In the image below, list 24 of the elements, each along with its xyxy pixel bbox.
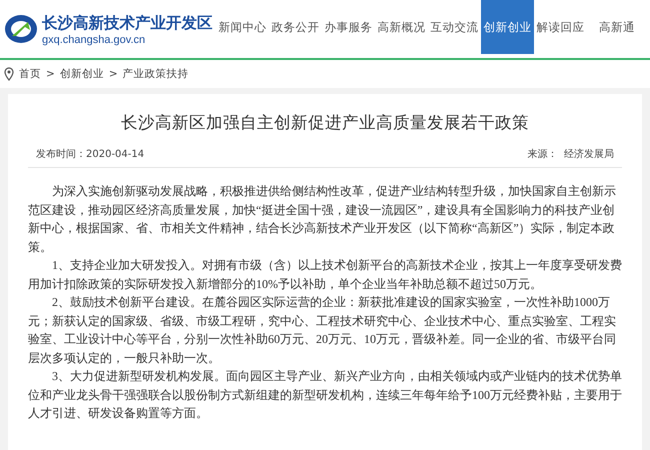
article-source: 来源： 经济发展局 [528, 148, 614, 161]
nav-tab[interactable]: 互动交流 [428, 0, 481, 54]
site-domain: gxq.changsha.gov.cn [42, 34, 146, 46]
article-paragraph: 1、支持企业加大研发投入。对拥有市级（含）以上技术创新平台的高新技术企业，按其上一年度享受研发费用加计扣除政策的实际研发投入新增部分的10%予以补助，单个企业当年补助总额不超过50万元。 [28, 257, 622, 292]
article-paragraph: 为深入实施创新驱动发展战略，积极推进供给侧结构性改革，促进产业结构转型升级，加快国家自主创新示范区建设，推动园区经济高质量发展，加快“挺进全国十强，建设一流园区”，建设具有全国影响力的科技产业创新中心，根据国家、省、市相关文件精神，结合长沙高新技术产业开发区（以下简称“高新区”）实际，制定本政策。 [28, 183, 617, 256]
breadcrumb-separator: > [108, 68, 118, 80]
location-pin-icon [4, 67, 14, 81]
publish-date: 发布时间：2020-04-14 [36, 148, 144, 161]
breadcrumb-link[interactable]: 产业政策扶持 [122, 67, 189, 81]
nav-tab[interactable]: 解读回应 [534, 0, 587, 54]
nav-tab[interactable]: 办事服务 [322, 0, 375, 54]
nav-tab[interactable]: 创新创业 [481, 0, 534, 54]
breadcrumb-separator: > [46, 68, 55, 80]
logo-icon [4, 14, 38, 44]
article-paragraph: 3、大力促进新型研发机构发展。面向园区主导产业、新兴产业方向，由相关领域内或产业链内的技术优势单位和产业龙头骨干强强联合以股份制方式新组建的新型研发机构，连续三年每年给予100万元经费补贴，主要用于人才引进、研发设备购置等方面。 [28, 368, 622, 422]
nav-tab[interactable]: 高新概况 [375, 0, 428, 54]
nav-tab[interactable]: 新闻中心 [216, 0, 269, 54]
nav-tab[interactable]: 政务公开 [269, 0, 322, 54]
article-paragraph: 2、鼓励技术创新平台建设。在麓谷园区实际运营的企业：新获批准建设的国家实验室，一次性补助1000万元；新获认定的国家级、省级、市级工程研，究中心、工程技术研究中心、企业技术中心、重点实验室、工程实验室、工业设计中心等平台，分别一次性补助60万元、20万元、10万元，晋级补差。同一企业的省、市级平台同层次多项认定的，一般只补助一次。 [28, 294, 617, 366]
breadcrumb-link[interactable]: 创新创业 [60, 67, 104, 81]
site-name: 长沙高新技术产业开发区 [42, 12, 212, 34]
article-title: 长沙高新区加强自主创新促进产业高质量发展若干政策 [120, 112, 530, 134]
nav-tab[interactable]: 高新通 [587, 0, 647, 54]
breadcrumb-link[interactable]: 首页 [19, 67, 41, 81]
